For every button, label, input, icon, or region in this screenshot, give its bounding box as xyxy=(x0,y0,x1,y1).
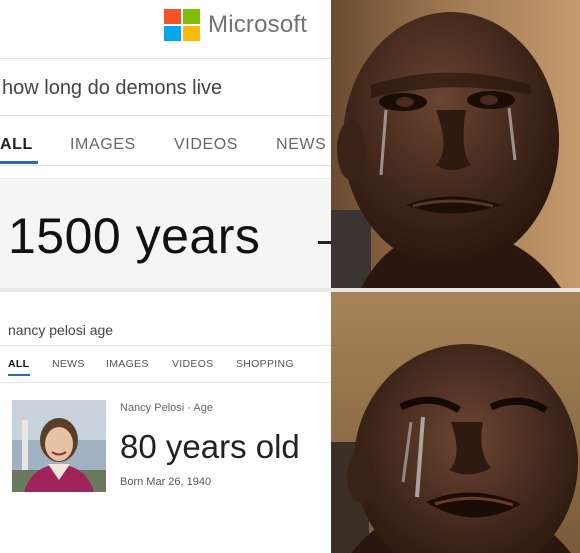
result-label: Nancy Pelosi · Age xyxy=(120,402,213,414)
search-panel-top: Microsoft how long do demons live ALL IM… xyxy=(0,0,331,288)
answer-card: 1500 years xyxy=(0,178,331,288)
brand-name: Microsoft xyxy=(208,11,308,38)
tab-images[interactable]: IMAGES xyxy=(106,358,149,370)
tab-all[interactable]: ALL xyxy=(8,358,29,370)
answer-text: 1500 years xyxy=(8,208,261,264)
tab-videos[interactable]: VIDEOS xyxy=(174,136,238,154)
search-panel-bottom: nancy pelosi age ALL NEWS IMAGES VIDEOS … xyxy=(0,292,331,553)
active-tab-indicator xyxy=(0,161,38,164)
search-input[interactable]: how long do demons live xyxy=(0,58,331,116)
search-query-text: nancy pelosi age xyxy=(8,322,114,338)
search-query-text: how long do demons live xyxy=(2,77,223,99)
tabs-divider xyxy=(0,165,331,166)
search-tabs: ALL IMAGES VIDEOS NEWS xyxy=(0,130,331,166)
birth-date: Born Mar 26, 1940 xyxy=(120,476,212,488)
answer-card: Nancy Pelosi · Age 80 years old Born Mar… xyxy=(0,388,331,548)
tab-images[interactable]: IMAGES xyxy=(70,136,136,154)
crying-man-photo-bottom xyxy=(331,292,580,553)
crying-face-image xyxy=(331,292,580,553)
tabs-divider xyxy=(0,382,331,383)
microsoft-logo-icon xyxy=(164,9,200,41)
portrait-image xyxy=(12,400,106,492)
tab-all[interactable]: ALL xyxy=(0,136,33,154)
crying-face-image xyxy=(331,0,580,288)
tab-news[interactable]: NEWS xyxy=(276,136,326,154)
divider-mark xyxy=(318,241,331,244)
person-portrait[interactable] xyxy=(12,400,106,492)
answer-text: 80 years old xyxy=(120,428,300,465)
microsoft-brand: Microsoft xyxy=(164,8,307,42)
tab-videos[interactable]: VIDEOS xyxy=(172,358,213,370)
active-tab-indicator xyxy=(8,374,30,376)
tab-news[interactable]: NEWS xyxy=(52,358,85,370)
search-input[interactable]: nancy pelosi age xyxy=(0,302,331,346)
tab-shopping[interactable]: SHOPPING xyxy=(236,358,294,370)
crying-man-photo-top xyxy=(331,0,580,288)
search-tabs: ALL NEWS IMAGES VIDEOS SHOPPING xyxy=(0,352,331,383)
